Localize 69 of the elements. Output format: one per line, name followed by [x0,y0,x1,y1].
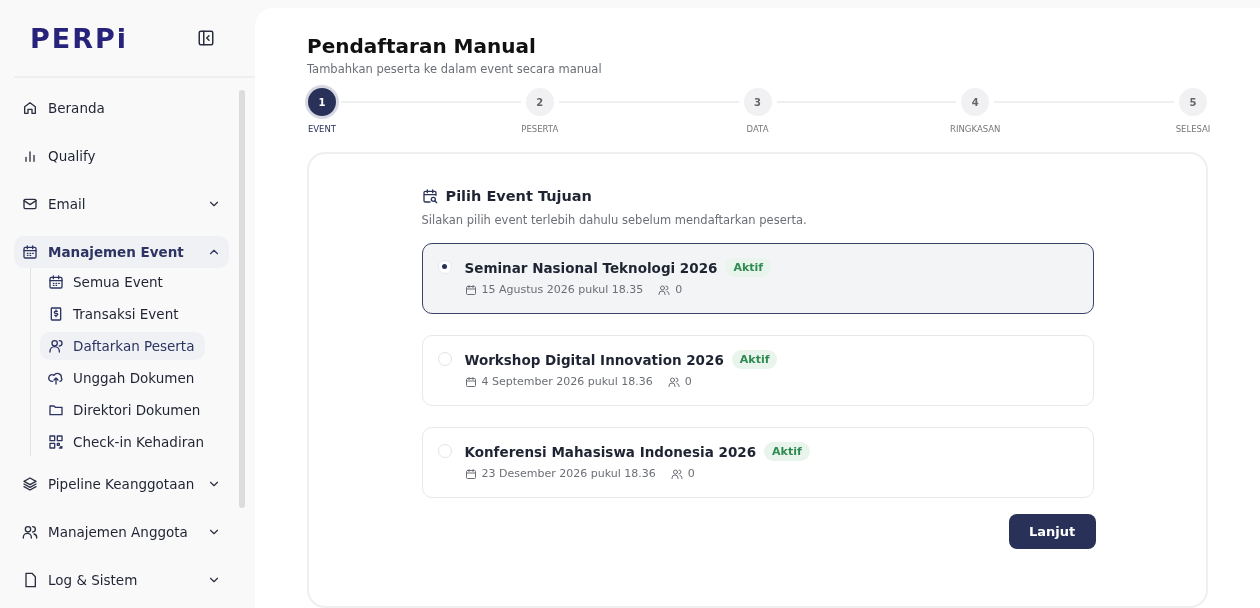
status-badge: Aktif [731,350,778,369]
users-icon [667,375,680,388]
sidebar-item[interactable]: Beranda [14,92,229,124]
event-date: 15 Agustus 2026 pukul 18.35 [481,283,644,296]
event-date: 23 Desember 2026 pukul 18.36 [481,467,656,480]
step-number: 4 [961,88,990,116]
calendar-icon [22,244,38,260]
users-icon [670,467,683,480]
sidebar-item[interactable]: Email [14,188,229,220]
participant-count: 0 [687,467,695,480]
folder-icon [48,402,64,418]
sidebar-subitem[interactable]: Direktori Dokumen [40,396,205,424]
participant-count: 0 [675,283,683,296]
step-number: 2 [525,88,554,116]
page-title: Pendaftaran Manual [307,34,537,58]
event-date: 4 September 2026 pukul 18.36 [481,375,653,388]
page-subtitle: Tambahkan peserta ke dalam event secara manual [307,62,603,76]
mail-icon [22,196,38,212]
radio-button[interactable] [437,260,452,274]
calendar-search-icon [421,188,438,204]
step-number: 3 [743,88,772,116]
sidebar-item[interactable]: Manajemen Event [14,236,229,268]
user-icon [48,338,64,354]
participant-count: 0 [684,375,692,388]
event-option[interactable]: Konferensi Mahasiswa Indonesia 2026 Aktif 23 Desember 2026 pukul 18.36 0 [421,427,1094,498]
scrollbar[interactable] [239,90,245,508]
layers-icon [22,476,38,492]
sidebar-item[interactable]: Manajemen Anggota [14,516,229,548]
step-number: 1 [308,88,336,116]
step-label: RINGKASAN [950,124,1001,134]
panel-title: Pilih Event Tujuan [445,188,592,204]
bars-icon [22,148,38,164]
next-button[interactable]: Lanjut [1008,514,1096,549]
sidebar-subitem[interactable]: Unggah Dokumen [40,364,205,392]
step-number: 5 [1179,88,1207,116]
qr-icon [48,434,64,450]
sidebar-item[interactable]: Qualify [14,140,229,172]
sidebar-collapse-icon[interactable] [197,29,215,47]
calendar-icon [48,274,64,290]
event-name: Konferensi Mahasiswa Indonesia 2026 [464,443,757,460]
step-label: DATA [746,124,769,134]
calendar-icon [464,467,477,480]
upload-icon [48,370,64,386]
calendar-icon [464,283,477,296]
sidebar-subitem[interactable]: Transaksi Event [40,300,205,328]
sidebar-subitem[interactable]: Semua Event [40,268,205,296]
sidebar-subitem[interactable]: Check-in Kehadiran [40,428,205,456]
event-option[interactable]: Workshop Digital Innovation 2026 Aktif 4 September 2026 pukul 18.36 0 [421,335,1094,406]
home-icon [22,100,38,116]
step-label: SELESAI [1175,124,1211,134]
users-icon [22,524,38,540]
step-label: EVENT [307,124,337,134]
status-badge: Aktif [764,442,810,461]
receipt-icon [48,306,64,322]
step-label: PESERTA [521,124,559,134]
sidebar-subitem[interactable]: Daftarkan Peserta [40,332,205,360]
file-icon [22,572,38,588]
users-icon [658,283,671,296]
event-option[interactable]: Seminar Nasional Teknologi 2026 Aktif 15 Agustus 2026 pukul 18.35 0 [421,243,1094,314]
radio-button[interactable] [437,352,452,366]
panel-hint: Silakan pilih event terlebih dahulu sebelum mendaftarkan peserta. [421,213,808,227]
sidebar-item[interactable]: Log & Sistem [14,564,229,596]
calendar-icon [464,375,477,388]
event-name: Workshop Digital Innovation 2026 [464,351,724,368]
sidebar-item[interactable]: Pipeline Keanggotaan [14,468,229,500]
brand-logo: PERPi [30,22,129,54]
radio-button[interactable] [437,444,452,458]
event-name: Seminar Nasional Teknologi 2026 [464,259,718,276]
status-badge: Aktif [725,258,772,277]
